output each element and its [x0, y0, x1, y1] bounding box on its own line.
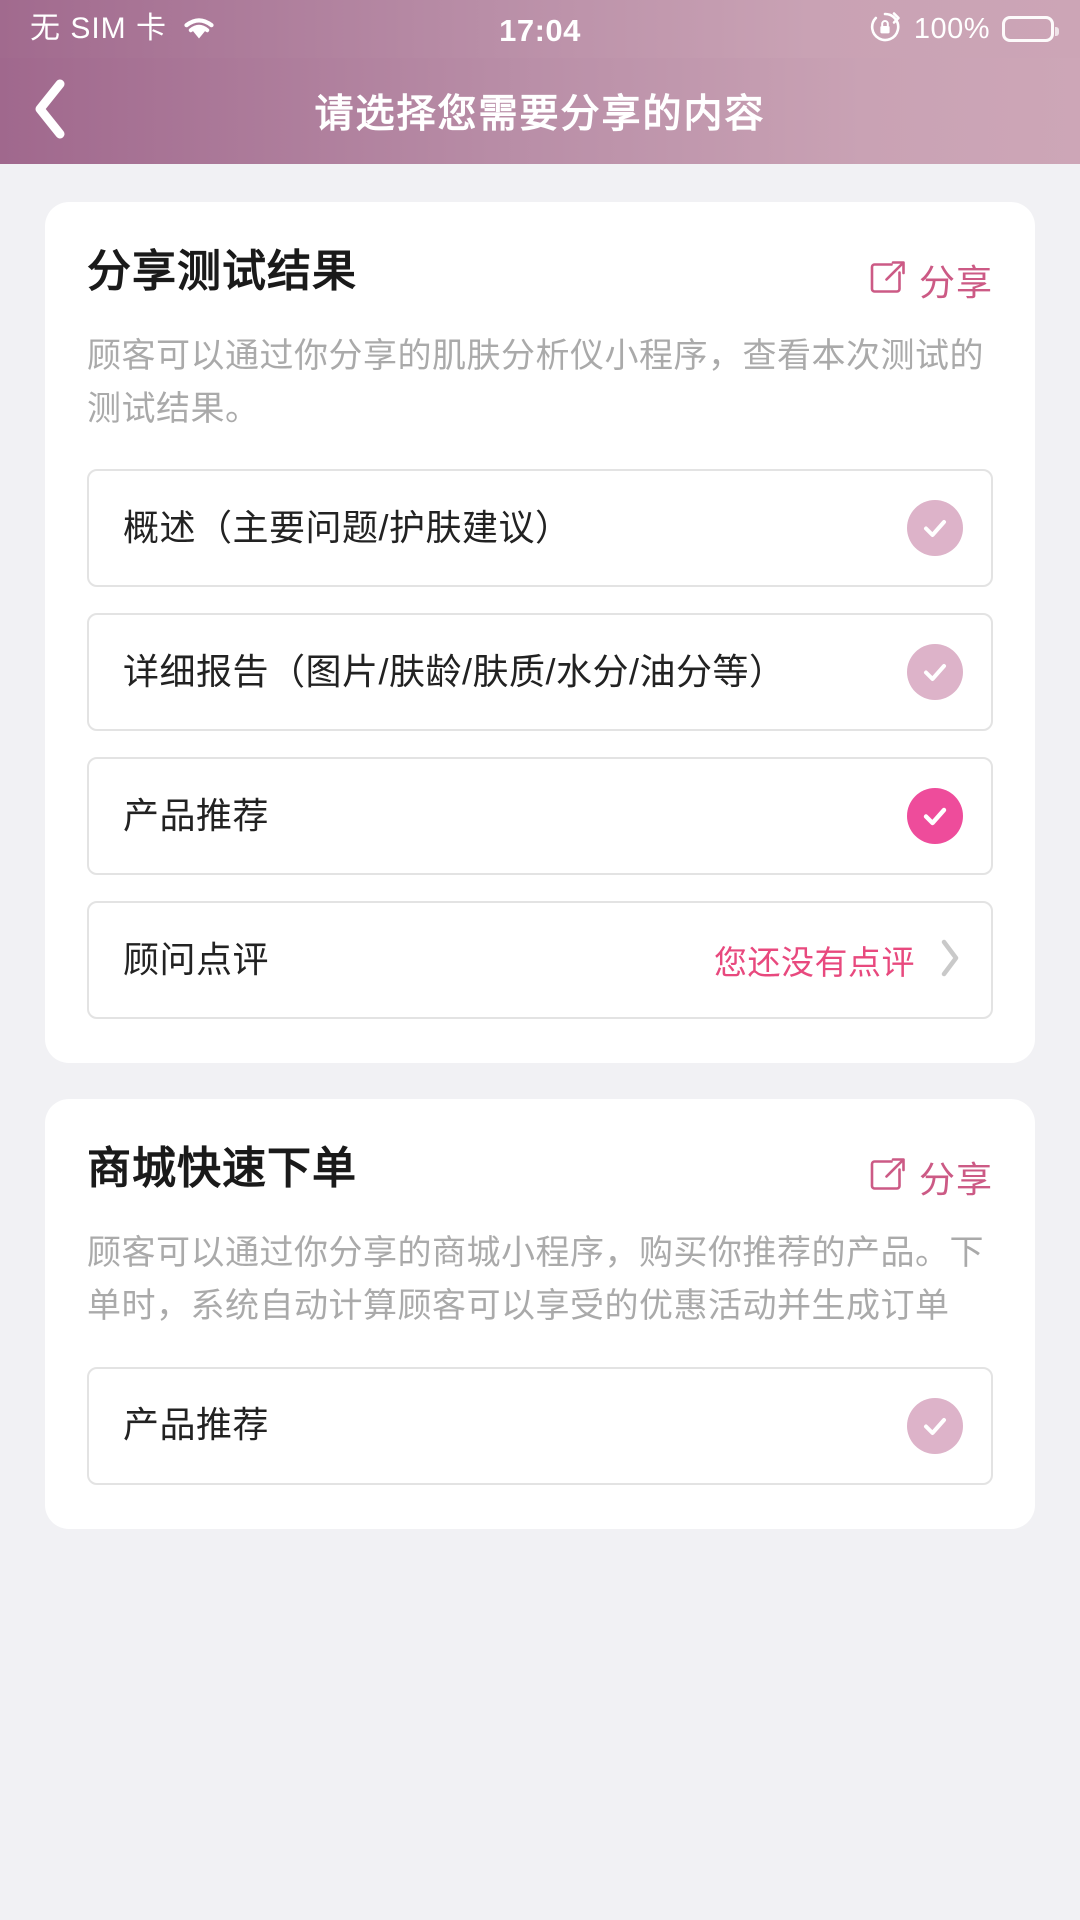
- row-control: [907, 500, 963, 557]
- card-description: 顾客可以通过你分享的肌肤分析仪小程序，查看本次测试的测试结果。: [87, 337, 984, 428]
- row-label: 概述（主要问题/护肤建议）: [123, 507, 572, 549]
- carrier-label: 无 SIM 卡: [30, 12, 168, 45]
- status-bar-right: 100%: [868, 10, 1059, 49]
- row-control: [907, 1397, 963, 1454]
- row-label: 产品推荐: [123, 795, 270, 837]
- check-circle-icon[interactable]: [907, 644, 963, 701]
- row-control: [907, 788, 963, 845]
- card-title: 分享测试结果: [87, 247, 357, 296]
- card-description: 顾客可以通过你分享的商城小程序，购买你推荐的产品。下单时，系统自动计算顾客可以享…: [87, 1234, 984, 1326]
- check-circle-icon[interactable]: [907, 1397, 963, 1454]
- check-circle-icon[interactable]: [907, 500, 963, 557]
- share-label: 分享: [918, 1159, 993, 1201]
- chevron-right-icon: [937, 936, 963, 985]
- card-header: 商城快速下单 分享: [87, 1144, 993, 1203]
- card-header: 分享测试结果 分享: [87, 247, 993, 306]
- status-bar: 无 SIM 卡 17:04 100%: [0, 0, 1080, 58]
- share-button[interactable]: 分享: [869, 1145, 993, 1203]
- row-detailed-report[interactable]: 详细报告（图片/肤龄/肤质/水分/油分等）: [87, 613, 993, 732]
- card-row-list: 产品推荐: [87, 1366, 993, 1485]
- row-label: 详细报告（图片/肤龄/肤质/水分/油分等）: [123, 651, 786, 693]
- card-share-test-result: 分享测试结果 分享 顾客可以通过你分享的肌肤分析仪小程序，查看本次测试的测试结果…: [45, 202, 1035, 1064]
- nav-bar: 请选择您需要分享的内容: [0, 58, 1080, 164]
- share-external-icon: [869, 259, 907, 302]
- wifi-icon: [181, 14, 217, 45]
- row-value: 您还没有点评: [714, 944, 915, 982]
- card-row-list: 概述（主要问题/护肤建议） 详细报告（图片/肤龄/肤质/水分/油分等） 产品推荐…: [87, 469, 993, 1020]
- row-product-recommendation[interactable]: 产品推荐: [87, 757, 993, 876]
- battery-percent-label: 100%: [913, 12, 990, 45]
- content-area: 分享测试结果 分享 顾客可以通过你分享的肌肤分析仪小程序，查看本次测试的测试结果…: [0, 164, 1080, 1529]
- rotation-lock-icon: [868, 10, 902, 49]
- check-circle-icon[interactable]: [907, 788, 963, 845]
- row-label: 顾问点评: [123, 939, 270, 981]
- row-overview[interactable]: 概述（主要问题/护肤建议）: [87, 469, 993, 588]
- status-bar-left: 无 SIM 卡: [30, 14, 217, 45]
- card-mall-quick-order: 商城快速下单 分享 顾客可以通过你分享的商城小程序，购买你推荐的产品。下单时，系…: [45, 1099, 1035, 1529]
- row-control: [907, 644, 963, 701]
- page-title: 请选择您需要分享的内容: [314, 93, 766, 136]
- card-title: 商城快速下单: [87, 1144, 357, 1194]
- row-consultant-review[interactable]: 顾问点评 您还没有点评: [87, 901, 993, 1020]
- chevron-left-icon: [28, 76, 72, 147]
- row-control: 您还没有点评: [714, 936, 963, 985]
- share-button[interactable]: 分享: [869, 248, 993, 306]
- share-label: 分享: [918, 262, 993, 303]
- row-label: 产品推荐: [123, 1404, 270, 1446]
- row-product-recommendation[interactable]: 产品推荐: [87, 1366, 993, 1485]
- battery-full-icon: [1002, 16, 1059, 42]
- share-external-icon: [869, 1156, 907, 1199]
- back-button[interactable]: [0, 58, 100, 164]
